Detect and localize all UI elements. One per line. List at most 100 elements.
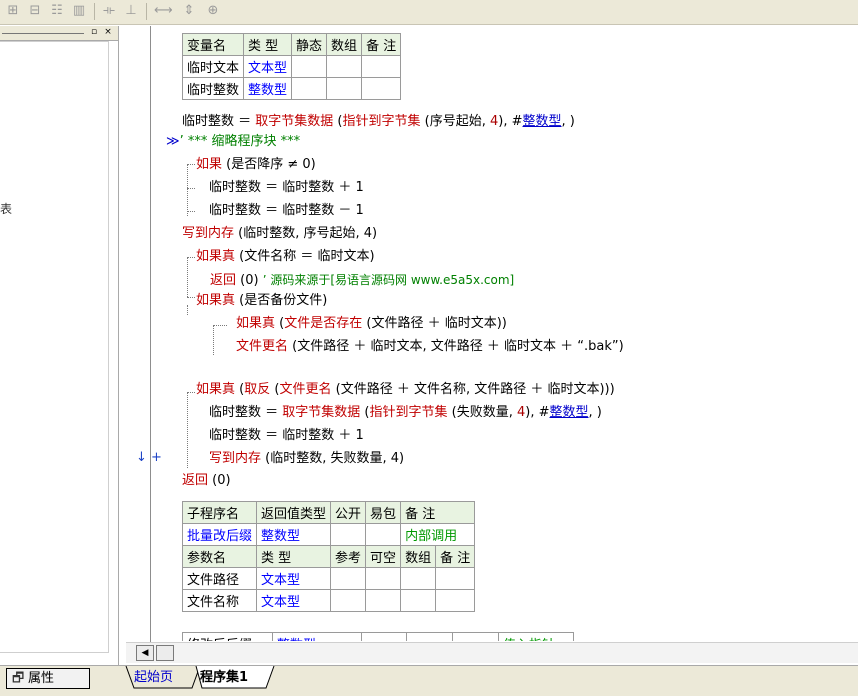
ref-cell[interactable] — [330, 589, 367, 612]
code-text: (是否降序 ≠ 0) — [222, 157, 316, 172]
ref-cell[interactable] — [360, 632, 408, 641]
param-type-cell[interactable]: 文本型 — [256, 567, 332, 590]
tab-program-set[interactable]: 程序集1 — [200, 667, 248, 689]
fit-icon[interactable]: ⊕ — [204, 2, 222, 20]
optional-cell[interactable] — [365, 589, 402, 612]
properties-tab[interactable]: 🗗 属性 — [6, 668, 90, 689]
code-line[interactable]: 如果真 (取反 (文件更名 (文件路径 ＋ 文件名称, 文件路径 ＋ 临时文本)… — [196, 380, 615, 400]
param-name-cell[interactable]: 文件名称 — [181, 589, 258, 612]
function-name: 取字节集数据 — [282, 405, 361, 420]
table-split-icon[interactable]: ▥ — [70, 2, 88, 20]
code-text: (序号起始, — [420, 114, 490, 129]
code-line[interactable]: 如果真 (文件是否存在 (文件路径 ＋ 临时文本)) — [236, 314, 507, 334]
header-cell: 参数名 — [181, 545, 258, 568]
code-line[interactable]: 临时整数 ＝ 临时整数 － 1 — [209, 201, 364, 221]
close-button[interactable]: × — [102, 27, 114, 38]
code-text: 临时整数 ＝ — [209, 405, 283, 420]
comment-text: ’ *** 缩略程序块 *** — [179, 134, 301, 149]
code-text: (临时整数, 失败数量, 4) — [261, 451, 405, 466]
note-cell[interactable] — [435, 589, 476, 612]
table-row[interactable]: 文件路径 文本型 — [181, 567, 476, 590]
code-text: , ) — [588, 405, 602, 420]
minimize-button[interactable]: ▫ — [88, 27, 100, 38]
note-cell[interactable]: 内部调用 — [400, 523, 476, 546]
code-line[interactable]: 写到内存 (临时整数, 失败数量, 4) — [209, 449, 404, 469]
table-row[interactable]: 批量改后缀 整数型 内部调用 — [181, 523, 476, 546]
code-text: ), # — [498, 114, 523, 129]
code-line[interactable]: 临时整数 ＝ 临时整数 ＋ 1 — [209, 178, 364, 198]
var-type-cell[interactable]: 文本型 — [243, 55, 293, 78]
code-line[interactable]: 写到内存 (临时整数, 序号起始, 4) — [182, 224, 377, 244]
keyword: 如果 — [196, 157, 223, 172]
collapse-marker-icon[interactable]: ≫ — [166, 134, 180, 149]
optional-cell[interactable] — [406, 632, 454, 641]
horizontal-scrollbar[interactable]: ◀ — [126, 642, 858, 663]
param-name-cell[interactable]: 修改后后缀 — [182, 632, 273, 641]
flow-guide — [187, 257, 188, 297]
code-line[interactable]: 临时整数 ＝ 取字节集数据 (指针到字节集 (序号起始, 4), #整数型, ) — [182, 112, 575, 132]
public-cell[interactable] — [330, 523, 367, 546]
table-row[interactable]: 临时文本 文本型 — [181, 55, 402, 78]
flow-guide — [187, 392, 188, 468]
align-v-icon[interactable]: ⊥ — [122, 2, 140, 20]
table-header-row: 参数名 类 型 参考 可空 数组 备 注 — [181, 545, 476, 568]
code-line[interactable]: ≫’ *** 缩略程序块 *** — [166, 132, 300, 152]
static-cell[interactable] — [291, 77, 328, 100]
code-line[interactable]: 临时整数 ＝ 临时整数 ＋ 1 — [209, 426, 364, 446]
toolbar: ⊞ ⊟ ☷ ▥ ⟛ ⊥ ⟷ ⇕ ⊕ — [0, 0, 858, 25]
code-line[interactable]: 临时整数 ＝ 取字节集数据 (指针到字节集 (失败数量, 4), #整数型, ) — [209, 403, 602, 423]
flow-guide — [187, 305, 188, 315]
code-line[interactable]: 文件更名 (文件路径 ＋ 临时文本, 文件路径 ＋ 临时文本 ＋ “.bak”) — [236, 337, 624, 357]
table-row[interactable]: 文件名称 文本型 — [181, 589, 476, 612]
tree-item-text[interactable]: 表 — [0, 200, 12, 217]
note-cell[interactable] — [435, 567, 476, 590]
table-row[interactable]: 修改后后缀 整数型 传入指针 — [182, 632, 574, 641]
tab-start-page[interactable]: 起始页 — [134, 667, 173, 689]
function-name: 写到内存 — [182, 226, 235, 241]
code-line[interactable]: 如果真 (文件名称 ＝ 临时文本) — [196, 247, 375, 267]
table-row[interactable]: 临时整数 整数型 — [181, 77, 402, 100]
static-cell[interactable] — [291, 55, 328, 78]
code-line[interactable]: 如果 (是否降序 ≠ 0) — [196, 155, 316, 175]
var-name-cell[interactable]: 临时整数 — [181, 77, 245, 100]
optional-cell[interactable] — [365, 567, 402, 590]
table-insert-icon[interactable]: ⊞ — [4, 2, 22, 20]
flow-guide — [187, 211, 195, 212]
code-text: , ) — [561, 114, 575, 129]
align-h-icon[interactable]: ⟛ — [100, 2, 118, 20]
stretch-h-icon[interactable]: ⟷ — [154, 2, 173, 20]
table-col-icon[interactable]: ⊟ — [26, 2, 44, 20]
ref-cell[interactable] — [330, 567, 367, 590]
code-line[interactable]: 返回 (0) ’ 源码来源于[易语言源码网 www.e5a5x.com] — [210, 270, 514, 291]
sub-name-cell[interactable]: 批量改后缀 — [181, 523, 258, 546]
var-name-cell[interactable]: 临时文本 — [181, 55, 245, 78]
note-cell[interactable] — [361, 77, 402, 100]
table-row-icon[interactable]: ☷ — [48, 2, 66, 20]
code-line[interactable]: 如果真 (是否备份文件) — [196, 291, 327, 311]
param-name-cell[interactable]: 文件路径 — [181, 567, 258, 590]
epackage-cell[interactable] — [365, 523, 402, 546]
array-cell[interactable] — [326, 77, 363, 100]
return-type-cell[interactable]: 整数型 — [256, 523, 332, 546]
array-cell[interactable] — [400, 567, 437, 590]
code-line[interactable]: 返回 (0) — [182, 471, 231, 491]
array-cell[interactable] — [326, 55, 363, 78]
scroll-left-button[interactable]: ◀ — [136, 645, 154, 661]
note-cell[interactable]: 传入指针 — [498, 632, 574, 641]
param-type-cell[interactable]: 文本型 — [256, 589, 332, 612]
var-type-cell[interactable]: 整数型 — [243, 77, 293, 100]
keyword: 返回 — [210, 273, 237, 288]
note-cell[interactable] — [361, 55, 402, 78]
type-constant: 整数型 — [549, 405, 589, 420]
code-text: (文件名称 ＝ 临时文本) — [235, 249, 375, 264]
flow-guide — [187, 164, 188, 216]
array-cell[interactable] — [400, 589, 437, 612]
array-cell[interactable] — [452, 632, 500, 641]
header-cell: 备 注 — [435, 545, 476, 568]
header-cell: 数组 — [400, 545, 437, 568]
project-tree[interactable]: 表 — [0, 41, 109, 653]
stretch-v-icon[interactable]: ⇕ — [180, 2, 198, 20]
scroll-thumb[interactable] — [156, 645, 174, 661]
param-type-cell[interactable]: 整数型 — [271, 632, 362, 641]
function-name: 文件更名 — [236, 339, 289, 354]
